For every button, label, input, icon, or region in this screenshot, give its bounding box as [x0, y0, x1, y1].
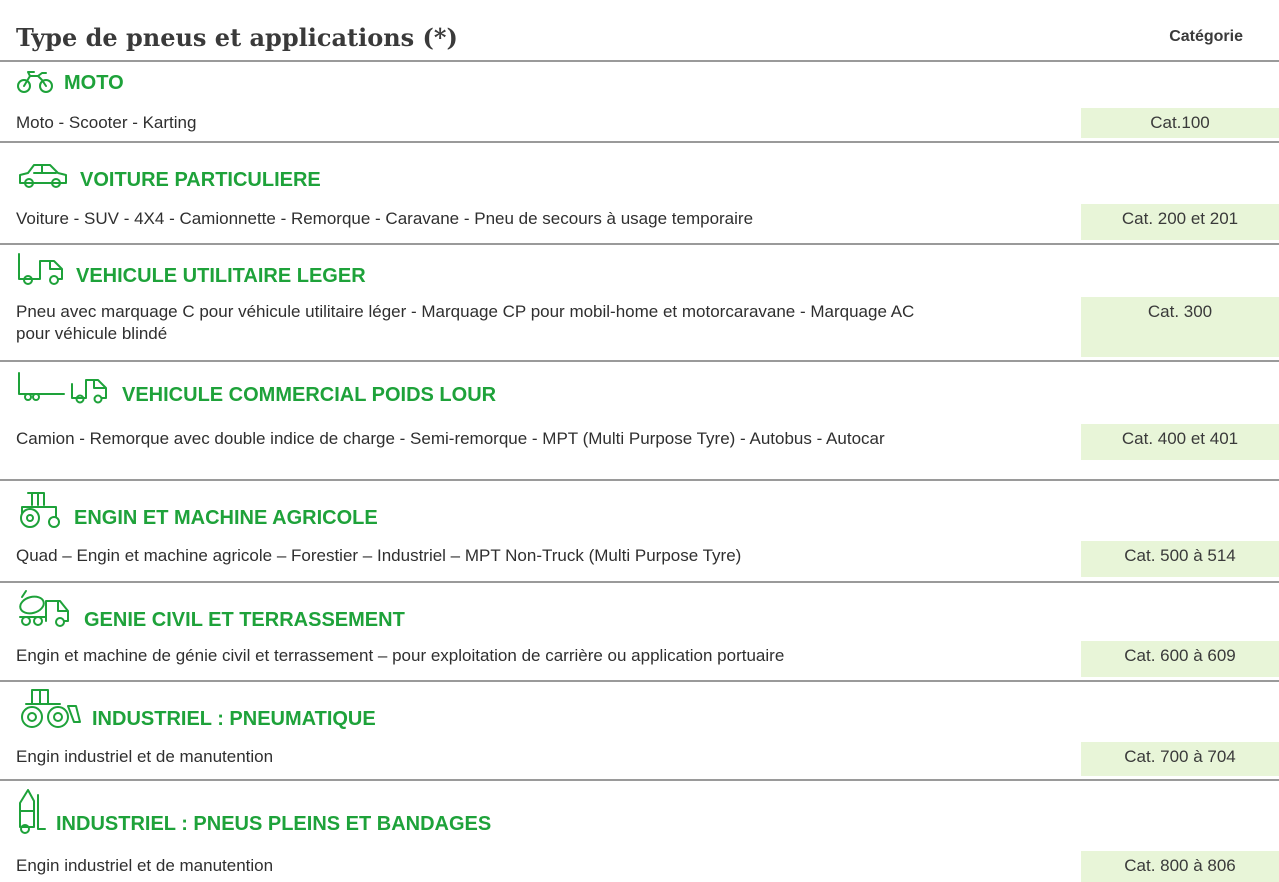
category-badge: Cat. 500 à 514 — [1081, 541, 1279, 577]
section-divider — [0, 581, 1279, 583]
section-moto: MOTO Moto - Scooter - Karting Cat.100 — [0, 60, 1279, 140]
section-description: Quad – Engin et machine agricole – Fores… — [16, 546, 742, 565]
section-divider — [0, 243, 1279, 245]
section-industriel-pneumatique: INDUSTRIEL : PNEUMATIQUE Engin industrie… — [0, 680, 1279, 778]
section-vehicule-commercial-poids-lourd: VEHICULE COMMERCIAL POIDS LOUR Camion - … — [0, 360, 1279, 478]
section-divider — [0, 779, 1279, 781]
section-description: Engin industriel et de manutention — [16, 747, 274, 766]
truck-trailer-icon — [16, 370, 112, 406]
section-title: VEHICULE COMMERCIAL POIDS LOUR — [122, 384, 497, 406]
section-pneus-pleins-bandages: INDUSTRIEL : PNEUS PLEINS ET BANDAGES En… — [0, 779, 1279, 882]
section-description: Pneu avec marquage C pour véhicule utili… — [16, 302, 915, 343]
motorcycle-icon — [16, 64, 54, 94]
car-icon — [16, 161, 70, 191]
section-heading: MOTO — [16, 64, 124, 94]
section-title: VOITURE PARTICULIERE — [80, 169, 321, 191]
category-badge: Cat. 700 à 704 — [1081, 742, 1279, 776]
section-description: Engin et machine de génie civil et terra… — [16, 646, 785, 665]
category-badge: Cat. 200 et 201 — [1081, 204, 1279, 240]
section-description: Camion - Remorque avec double indice de … — [16, 429, 885, 448]
van-icon — [16, 251, 66, 287]
section-title: GENIE CIVIL ET TERRASSEMENT — [84, 609, 405, 631]
category-badge: Cat.100 — [1081, 108, 1279, 138]
section-vehicule-utilitaire-leger: VEHICULE UTILITAIRE LEGER Pneu avec marq… — [0, 243, 1279, 359]
section-divider — [0, 60, 1279, 62]
section-title: VEHICULE UTILITAIRE LEGER — [76, 265, 366, 287]
section-title: ENGIN ET MACHINE AGRICOLE — [74, 507, 378, 529]
page-title: Type de pneus et applications (*) — [16, 23, 458, 52]
section-description: Engin industriel et de manutention — [16, 856, 274, 875]
category-badge: Cat. 300 — [1081, 297, 1279, 357]
industrial-loader-icon — [16, 686, 82, 730]
category-badge: Cat. 600 à 609 — [1081, 641, 1279, 677]
category-badge: Cat. 400 et 401 — [1081, 424, 1279, 460]
section-title: INDUSTRIEL : PNEUMATIQUE — [92, 708, 376, 730]
section-title: INDUSTRIEL : PNEUS PLEINS ET BANDAGES — [56, 813, 492, 835]
section-heading: VOITURE PARTICULIERE — [16, 161, 321, 191]
cement-mixer-icon — [16, 587, 74, 631]
section-heading: VEHICULE UTILITAIRE LEGER — [16, 251, 366, 287]
tractor-icon — [16, 489, 64, 529]
tyre-category-table: Type de pneus et applications (*) Catégo… — [0, 0, 1279, 882]
section-divider — [0, 680, 1279, 682]
forklift-icon — [16, 787, 46, 835]
section-heading: VEHICULE COMMERCIAL POIDS LOUR — [16, 370, 496, 406]
section-divider — [0, 479, 1279, 481]
section-heading: GENIE CIVIL ET TERRASSEMENT — [16, 587, 405, 631]
table-header: Type de pneus et applications (*) Catégo… — [0, 0, 1279, 60]
section-heading: INDUSTRIEL : PNEUMATIQUE — [16, 686, 376, 730]
section-description: Moto - Scooter - Karting — [16, 113, 197, 132]
section-voiture: VOITURE PARTICULIERE Voiture - SUV - 4X4… — [0, 141, 1279, 242]
section-genie-civil: GENIE CIVIL ET TERRASSEMENT Engin et mac… — [0, 581, 1279, 679]
section-divider — [0, 141, 1279, 143]
category-badge: Cat. 800 à 806 — [1081, 851, 1279, 882]
section-heading: INDUSTRIEL : PNEUS PLEINS ET BANDAGES — [16, 787, 491, 835]
section-description: Voiture - SUV - 4X4 - Camionnette - Remo… — [16, 209, 754, 228]
category-column-label: Catégorie — [1169, 28, 1243, 45]
section-title: MOTO — [64, 72, 124, 94]
section-divider — [0, 360, 1279, 362]
section-engin-agricole: ENGIN ET MACHINE AGRICOLE Quad – Engin e… — [0, 479, 1279, 580]
section-heading: ENGIN ET MACHINE AGRICOLE — [16, 489, 378, 529]
